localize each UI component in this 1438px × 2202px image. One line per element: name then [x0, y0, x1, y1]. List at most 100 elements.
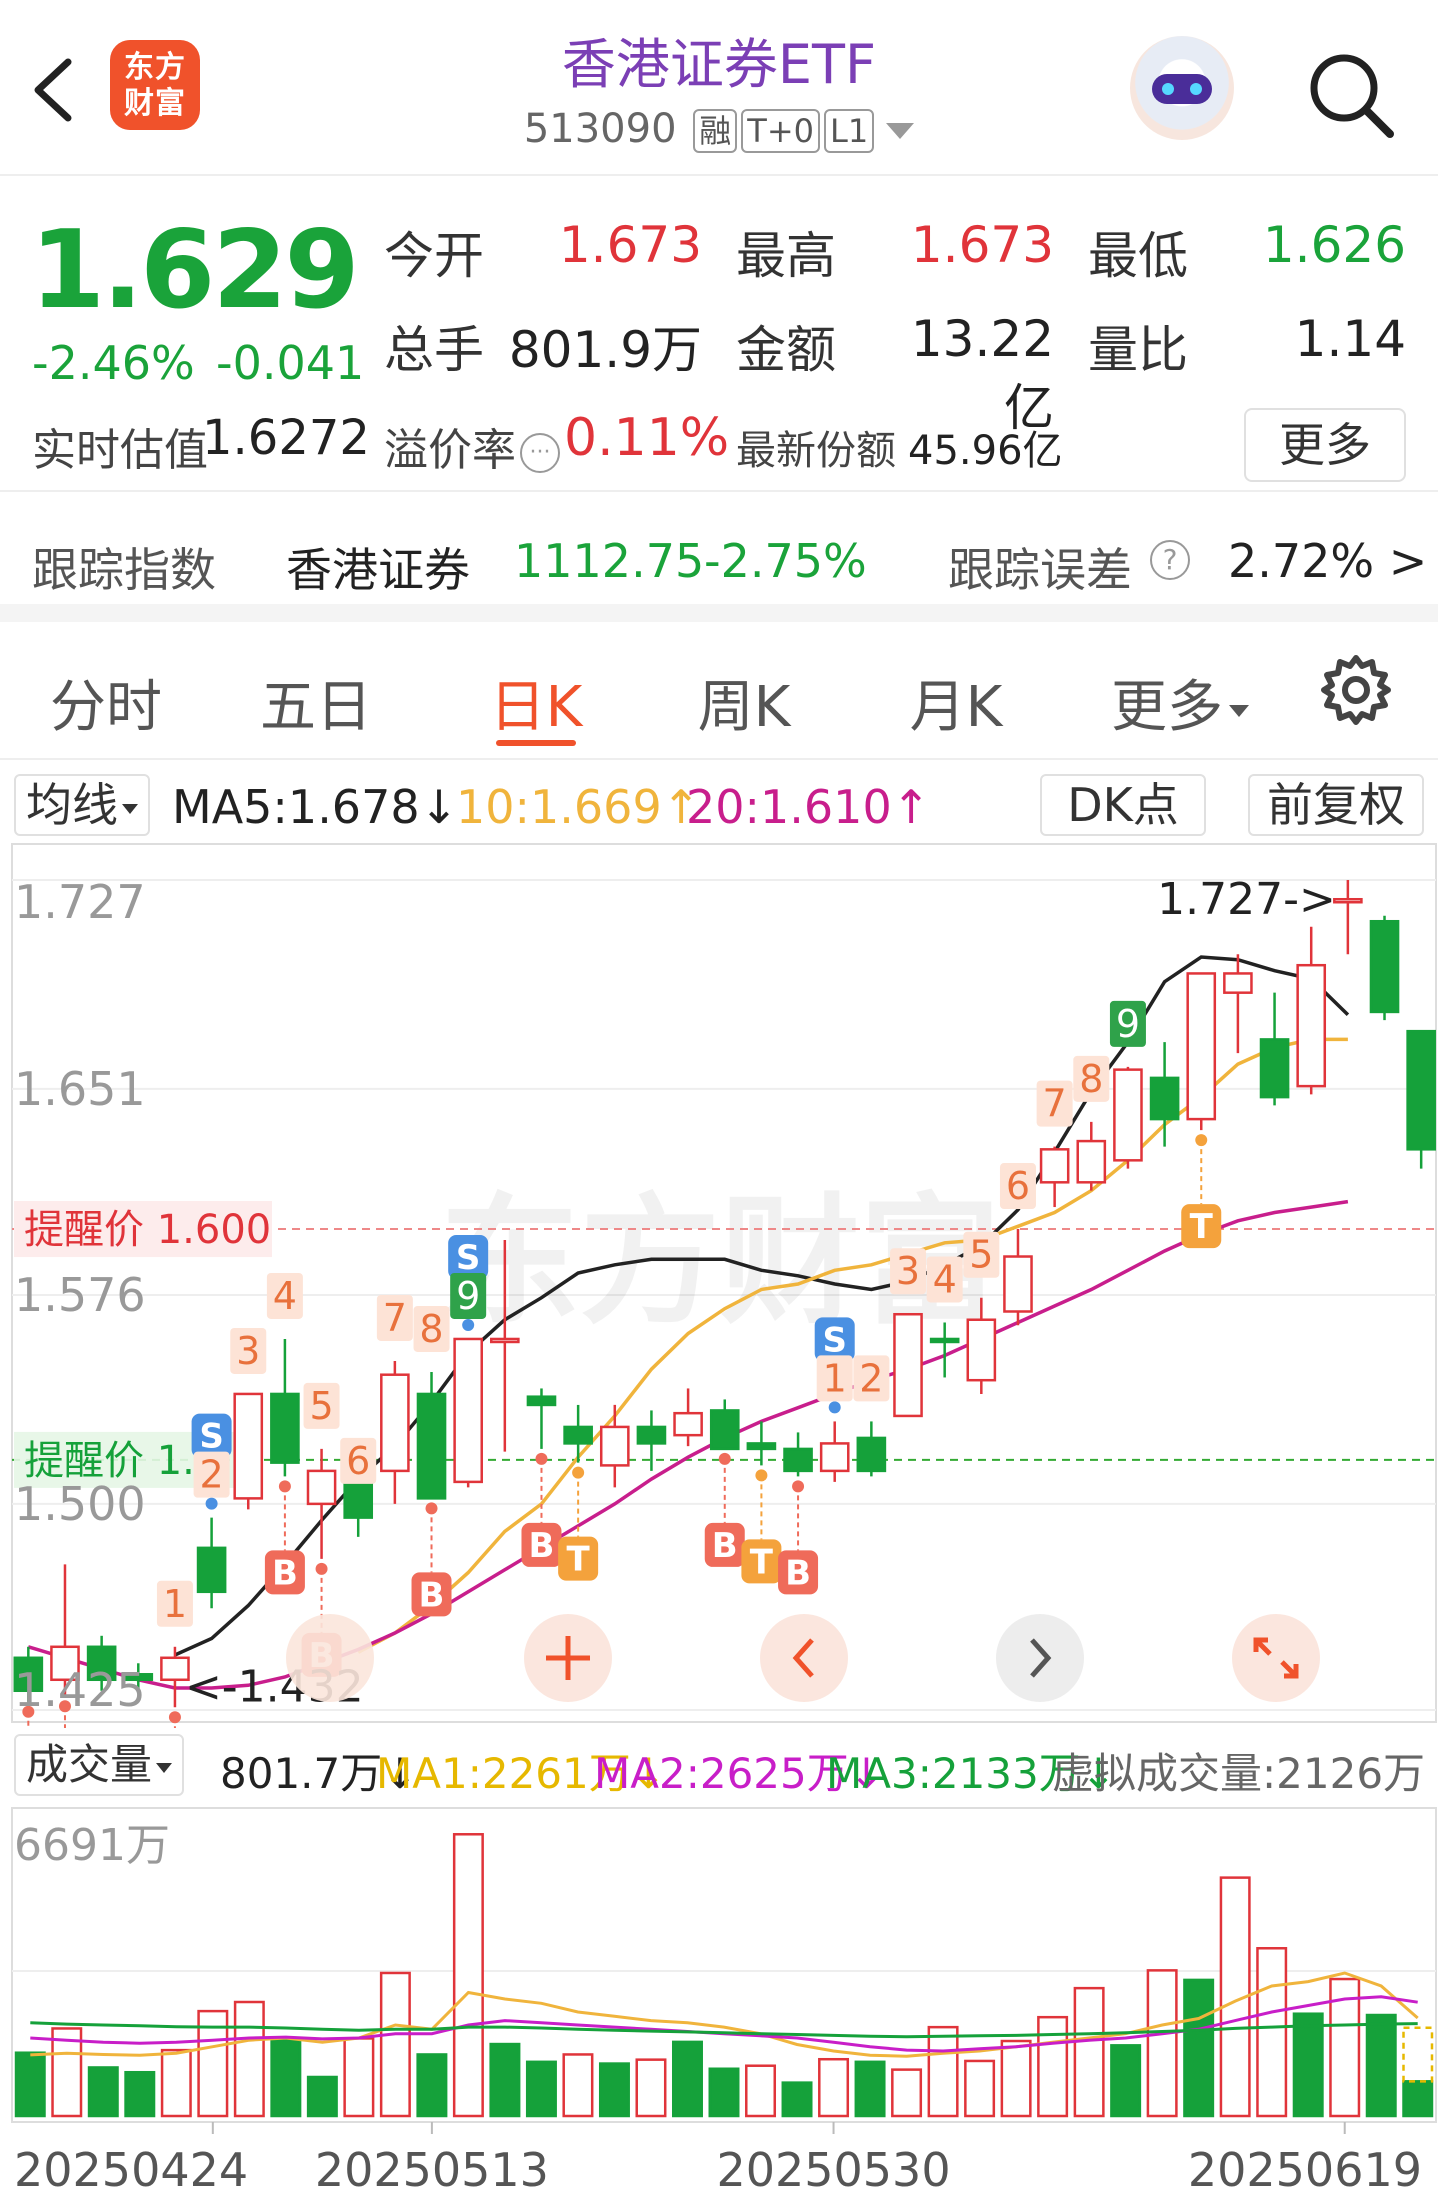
- tracking-index-row[interactable]: 跟踪指数 香港证券 1112.75 -2.75% 跟踪误差 ? 2.72% >: [0, 490, 1438, 622]
- candle-down[interactable]: [783, 1432, 813, 1477]
- volume-bar-up[interactable]: [745, 2064, 777, 2118]
- question-circle-icon[interactable]: ?: [1150, 540, 1190, 580]
- candle-body: [966, 1318, 997, 1382]
- chart-control-left-ghost[interactable]: [286, 1614, 374, 1702]
- volume-bar-down[interactable]: [781, 2081, 813, 2118]
- volume-bar-up[interactable]: [160, 2048, 192, 2118]
- candle-down[interactable]: [563, 1404, 593, 1463]
- volume-bar-down[interactable]: [708, 2067, 740, 2118]
- volume-bar-up[interactable]: [1146, 1969, 1178, 2118]
- volume-bar-down[interactable]: [270, 2036, 302, 2118]
- candle-down[interactable]: [343, 1475, 374, 1537]
- scroll-right-button[interactable]: [996, 1614, 1084, 1702]
- volume-bar-down[interactable]: [87, 2066, 119, 2118]
- info-dots-icon[interactable]: ···: [520, 433, 560, 473]
- volume-bar-down[interactable]: [1110, 2044, 1142, 2118]
- tab-five-day[interactable]: 五日: [216, 662, 416, 743]
- volume-bar-down[interactable]: [489, 2042, 521, 2118]
- volume-bar-down[interactable]: [306, 2075, 338, 2118]
- volume-bar-up[interactable]: [452, 1833, 484, 2118]
- candle-up[interactable]: [1186, 972, 1217, 1131]
- candle-down[interactable]: [856, 1421, 887, 1477]
- search-icon[interactable]: [1300, 44, 1400, 144]
- gear-icon[interactable]: [1318, 652, 1394, 728]
- candle-up[interactable]: [673, 1388, 703, 1447]
- volume-bar-up[interactable]: [891, 2068, 923, 2118]
- volume-bar-up[interactable]: [927, 2025, 959, 2118]
- volume-bar-down[interactable]: [416, 2053, 448, 2118]
- candle-up[interactable]: [453, 1337, 483, 1488]
- tab-weekly-k[interactable]: 周K: [644, 662, 844, 743]
- candle-up[interactable]: [819, 1421, 850, 1482]
- volume-bar-down[interactable]: [671, 2040, 703, 2118]
- candle-up[interactable]: [1076, 1121, 1107, 1191]
- volume-bar-down[interactable]: [598, 2062, 630, 2118]
- tab-more[interactable]: 更多: [1080, 662, 1280, 743]
- candle-up[interactable]: [1003, 1229, 1033, 1326]
- candle-down[interactable]: [270, 1338, 300, 1477]
- volume-bar-down[interactable]: [854, 2060, 886, 2118]
- robot-assistant-avatar[interactable]: [1130, 36, 1234, 140]
- volume-bar-up[interactable]: [233, 2000, 265, 2118]
- fullscreen-button[interactable]: [1232, 1614, 1320, 1702]
- price-adjust-button[interactable]: 前复权: [1248, 774, 1424, 836]
- volume-bar-up[interactable]: [964, 2059, 996, 2118]
- volume-bar-down[interactable]: [1365, 2013, 1397, 2118]
- chevron-down-icon: [156, 1762, 173, 1773]
- candle-up[interactable]: [1039, 1146, 1070, 1208]
- volume-bar-down[interactable]: [14, 2051, 46, 2118]
- candle-up[interactable]: [599, 1404, 630, 1488]
- candle-up[interactable]: [306, 1448, 337, 1559]
- volume-bar-up[interactable]: [1037, 2015, 1069, 2118]
- volume-bar-down[interactable]: [525, 2060, 557, 2118]
- volume-bar-up[interactable]: [1000, 2039, 1032, 2118]
- tab-monthly-k[interactable]: 月K: [856, 662, 1056, 743]
- indicator-selector[interactable]: 均线: [14, 774, 150, 836]
- last-price: 1.629: [30, 208, 360, 333]
- candlestick-chart[interactable]: 东方财富 提醒价 1.600提醒价 1.5 BBBSBBBSBTBTBST123…: [0, 840, 1438, 1728]
- candle-down[interactable]: [636, 1410, 667, 1471]
- volume-selector[interactable]: 成交量: [14, 1734, 185, 1796]
- dk-point-button[interactable]: DK点: [1040, 774, 1206, 836]
- volume-bar-up[interactable]: [379, 1971, 411, 2118]
- scroll-left-button[interactable]: [760, 1614, 848, 1702]
- tab-intraday[interactable]: 分时: [6, 662, 206, 743]
- candle-down[interactable]: [1369, 915, 1400, 1021]
- iopv-value: 1.6272: [202, 410, 370, 466]
- candle-up[interactable]: [1296, 926, 1327, 1095]
- dropdown-caret-icon[interactable]: [886, 123, 915, 139]
- volume-bar-up[interactable]: [562, 2053, 594, 2118]
- tab-daily-k[interactable]: 日K: [436, 662, 636, 743]
- volume-bar-down[interactable]: [1292, 2012, 1324, 2118]
- candle-up[interactable]: [893, 1312, 923, 1418]
- candle-down[interactable]: [196, 1517, 227, 1609]
- candle-up[interactable]: [1333, 880, 1363, 955]
- signal-label-b: B: [272, 1553, 298, 1593]
- candle-up[interactable]: [233, 1392, 264, 1510]
- signal-dot: [315, 1562, 328, 1575]
- zoom-in-button[interactable]: [524, 1614, 612, 1702]
- candle-down[interactable]: [709, 1399, 740, 1451]
- volume-bar-down[interactable]: [1402, 2080, 1434, 2118]
- premium-label[interactable]: 溢价率 ···: [384, 414, 560, 478]
- nine-turn-count: 1: [823, 1356, 847, 1400]
- volume-bar-down[interactable]: [124, 2070, 156, 2118]
- candle-down[interactable]: [1149, 1042, 1180, 1147]
- more-button[interactable]: 更多: [1244, 408, 1406, 482]
- volume-bar-up[interactable]: [818, 2057, 850, 2118]
- candle-down[interactable]: [526, 1388, 557, 1449]
- volume-bar-down[interactable]: [1183, 1978, 1215, 2118]
- candle-up[interactable]: [380, 1360, 410, 1504]
- volume-bar-up[interactable]: [343, 2037, 375, 2118]
- candle-up[interactable]: [1223, 954, 1253, 1054]
- candle-down[interactable]: [1259, 992, 1290, 1106]
- candle-up[interactable]: [1113, 1066, 1143, 1169]
- volume-bar-up[interactable]: [1256, 1947, 1288, 2118]
- volume-chart[interactable]: 6691万 20250424 20250513 20250530 20250619: [0, 1804, 1438, 2200]
- candle-down[interactable]: [1406, 1029, 1436, 1169]
- tracking-error-value[interactable]: 2.72% >: [1228, 534, 1427, 588]
- signal-dot: [1195, 1134, 1208, 1147]
- volume-bar-up[interactable]: [635, 2058, 667, 2118]
- volume-bar-up[interactable]: [1073, 1986, 1105, 2118]
- candle-down[interactable]: [746, 1421, 777, 1466]
